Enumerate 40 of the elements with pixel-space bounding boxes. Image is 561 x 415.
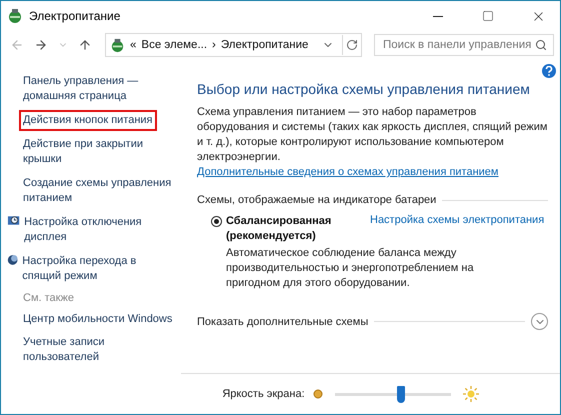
- plan-name: Сбалансированная (рекомендуется): [226, 214, 332, 244]
- search-field[interactable]: Поиск в панели управления: [374, 34, 554, 56]
- page-heading: Выбор или настройка схемы управления питанием: [197, 81, 531, 97]
- sidebar-link[interactable]: Панель управления — домашняя страница: [21, 73, 179, 105]
- breadcrumb-separator: ›: [212, 39, 216, 51]
- address-bar[interactable]: « Все элеме... › Электропитание: [105, 33, 362, 57]
- plan-settings-link[interactable]: Настройка схемы электропитания: [370, 214, 544, 244]
- window-title: Электропитание: [29, 9, 122, 23]
- power-plug-icon: [7, 8, 23, 24]
- moon-icon: [7, 253, 18, 267]
- see-also-heading: См. также: [23, 292, 75, 304]
- brightness-label: Яркость экрана:: [222, 388, 305, 400]
- group-title: Схемы, отображаемые на индикаторе батареи: [197, 194, 436, 206]
- maximize-icon: [482, 10, 494, 22]
- help-icon[interactable]: [542, 64, 556, 78]
- expand-button[interactable]: [531, 313, 548, 330]
- breadcrumb-item[interactable]: Все элеме...: [141, 39, 208, 51]
- see-also-link[interactable]: Учетные записи пользователей: [23, 335, 179, 365]
- up-arrow-icon: [78, 38, 92, 52]
- refresh-icon: [346, 39, 358, 51]
- clock-icon: [7, 214, 20, 228]
- dim-sun-icon: [312, 389, 323, 399]
- breadcrumb-item[interactable]: Электропитание: [220, 39, 308, 51]
- breadcrumb-separator: «: [130, 39, 136, 51]
- sidebar-link[interactable]: Создание схемы управления питанием: [21, 175, 179, 207]
- slider-thumb[interactable]: [396, 386, 405, 402]
- sidebar-link[interactable]: Настройка перехода в спящий режим: [20, 253, 179, 285]
- power-plug-icon: [110, 38, 125, 52]
- sidebar-link[interactable]: Настройка отключения дисплея: [22, 214, 179, 246]
- sidebar-link[interactable]: Действия кнопок питания: [21, 112, 155, 129]
- description-text: Схема управления питанием — это набор параметров оборудования и системы (таких как яркость дисплея, спящий режим и т. д.), которые контролируют использование компьютером электроэнергии. Дополнительные сведения о схемах управления питанием: [197, 105, 548, 180]
- plan-description: Автоматическое соблюдение баланса между производительностью и энергопотреблением на пригодном для этого оборудовании.: [226, 246, 475, 291]
- more-info-link[interactable]: Дополнительные сведения о схемах управления питанием: [197, 165, 498, 180]
- more-plans-label: Показать дополнительные схемы: [197, 316, 368, 328]
- see-also-link[interactable]: Центр мобильности Windows: [23, 312, 179, 327]
- forward-arrow-icon: [34, 38, 48, 52]
- search-icon: [535, 39, 547, 51]
- sidebar-link[interactable]: Действие при закрытии крышки: [21, 136, 179, 168]
- bright-sun-icon: [462, 386, 479, 402]
- plan-radio[interactable]: [211, 216, 222, 227]
